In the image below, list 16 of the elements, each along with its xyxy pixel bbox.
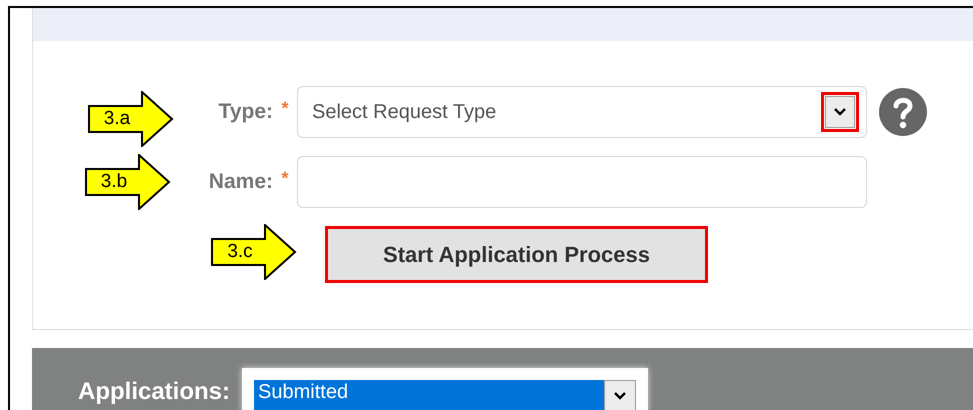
name-input-field[interactable] — [297, 156, 867, 208]
callout-label: 3.b — [100, 170, 128, 194]
applications-label: Applications: — [78, 378, 230, 406]
callout-label: 3.a — [102, 107, 132, 131]
applications-select[interactable]: Submitted — [242, 368, 648, 410]
dropdown-button[interactable] — [821, 92, 859, 132]
required-mark: * — [281, 168, 288, 190]
field-label: Type: — [218, 100, 273, 124]
help-icon[interactable] — [879, 88, 927, 136]
field-label: Name: — [208, 170, 273, 194]
required-mark: * — [281, 98, 288, 120]
chevron-down-icon — [833, 107, 847, 118]
start-application-button[interactable]: Start Application Process — [325, 226, 708, 284]
chevron-down-icon — [613, 390, 628, 401]
callout-label: 3.c — [226, 240, 254, 264]
request-type-select[interactable]: Select Request Type — [297, 86, 867, 138]
